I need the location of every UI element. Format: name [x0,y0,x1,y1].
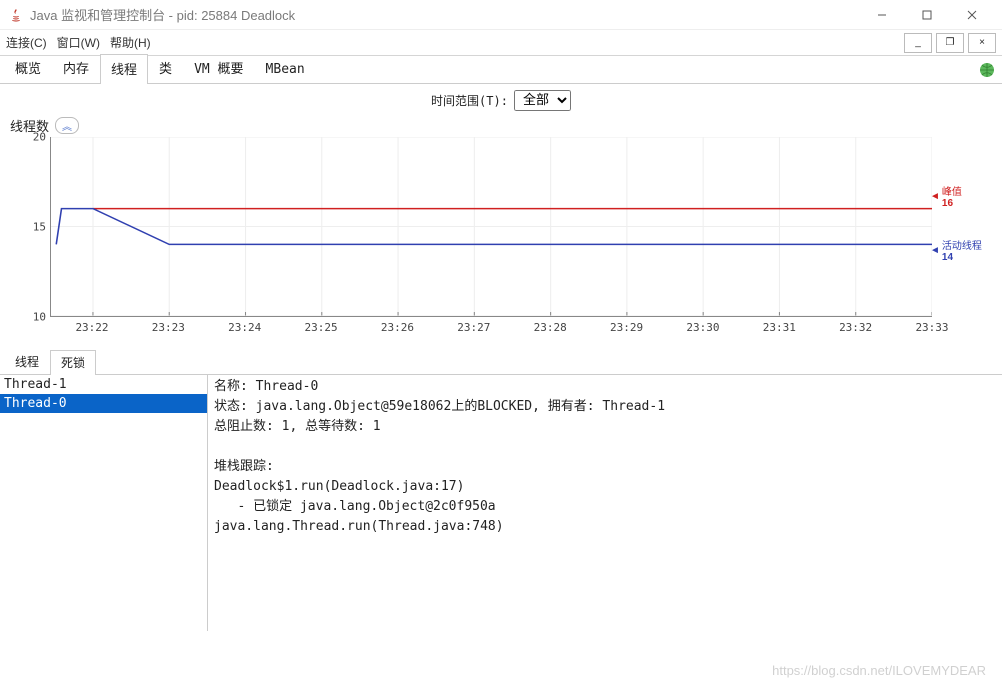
subtab-线程[interactable]: 线程 [4,349,50,374]
window-controls [859,1,994,29]
chart-plot-area [50,137,932,317]
mdi-minimize-button[interactable]: _ [904,33,932,53]
window-title: Java 监视和管理控制台 - pid: 25884 Deadlock [30,5,859,24]
time-range-row: 时间范围(T): 全部 [0,84,1002,116]
thread-detail: 名称: Thread-0 状态: java.lang.Object@59e180… [208,375,1002,631]
tab-内存[interactable]: 内存 [52,53,100,83]
chart-y-axis: 101520 [10,137,50,337]
thread-list[interactable]: Thread-1Thread-0 [0,375,208,631]
mdi-restore-button[interactable]: ❐ [936,33,964,53]
titlebar: Java 监视和管理控制台 - pid: 25884 Deadlock [0,0,1002,30]
chart-legend: 峰值16活动线程14 [936,137,992,317]
time-range-label: 时间范围(T): [431,92,508,109]
java-icon [8,7,24,23]
chart-x-axis: 23:2223:2323:2423:2523:2623:2723:2823:29… [50,319,932,337]
top-tabbar: 概览内存线程类VM 概要MBean [0,56,1002,84]
menu-help[interactable]: 帮助(H) [110,34,151,51]
maximize-button[interactable] [904,1,949,29]
connection-status-icon [978,61,996,79]
watermark: https://blog.csdn.net/ILOVEMYDEAR [772,663,986,678]
sub-tabbar: 线程死锁 [0,351,1002,375]
tab-类[interactable]: 类 [148,53,183,83]
close-button[interactable] [949,1,994,29]
menu-connect[interactable]: 连接(C) [6,34,47,51]
menu-window[interactable]: 窗口(W) [57,34,100,51]
collapse-chart-button[interactable]: ︽ [55,117,79,134]
tab-MBean[interactable]: MBean [255,57,316,83]
mdi-close-button[interactable]: × [968,33,996,53]
tab-概览[interactable]: 概览 [4,53,52,83]
thread-list-item[interactable]: Thread-1 [0,375,207,394]
tab-VM 概要[interactable]: VM 概要 [183,53,254,83]
subtab-死锁[interactable]: 死锁 [50,350,96,375]
thread-chart-panel: 线程数 ︽ 101520 峰值16活动线程14 23:2223:2323:242… [0,116,1002,343]
deadlock-pane: Thread-1Thread-0 名称: Thread-0 状态: java.l… [0,375,1002,631]
time-range-select[interactable]: 全部 [514,90,571,111]
thread-list-item[interactable]: Thread-0 [0,394,207,413]
tab-线程[interactable]: 线程 [100,54,148,84]
minimize-button[interactable] [859,1,904,29]
